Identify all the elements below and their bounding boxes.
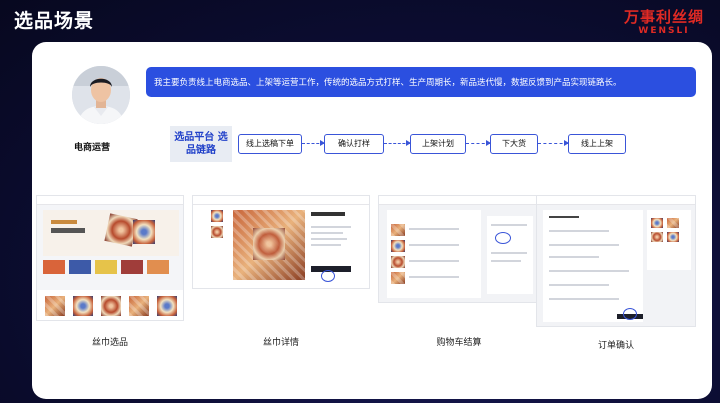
screenshot-scarf-detail: [192, 195, 370, 289]
screenshot-caption-4: 订单确认: [597, 341, 634, 351]
screenshot-scarf-selection: [36, 195, 184, 321]
chain-arrow-1: [302, 140, 325, 146]
chain-label: 选品平台 选品链路: [170, 126, 232, 162]
persona-role: 电商运营: [74, 143, 111, 153]
chain-step-3: 上架计划: [410, 134, 466, 154]
brand-name-en: WENSLI: [638, 26, 690, 36]
screenshot-caption-1: 丝巾选品: [91, 338, 128, 348]
chain-step-5: 线上上架: [568, 134, 626, 154]
brand-name-cn: 万事利丝绸: [623, 8, 704, 26]
screenshot-caption-2: 丝巾详情: [262, 338, 299, 348]
persona-avatar: [72, 66, 130, 124]
chain-arrow-3: [466, 140, 491, 146]
slide-title: 选品场景: [14, 10, 95, 32]
screenshot-caption-3: 购物车结算: [436, 338, 482, 348]
chain-arrow-4: [538, 140, 569, 146]
brand-logo: 万事利丝绸 WENSLI: [624, 6, 704, 36]
chain-step-2: 确认打样: [324, 134, 384, 154]
screenshot-cart-checkout: [378, 195, 540, 303]
persona-statement: 我主要负责线上电商选品、上架等运营工作，传统的选品方式打样、生产周期长，新品迭代…: [146, 67, 696, 97]
person-icon: [72, 66, 130, 124]
content-card: 电商运营 我主要负责线上电商选品、上架等运营工作，传统的选品方式打样、生产周期长…: [32, 42, 712, 399]
screenshot-order-confirmation: [536, 195, 696, 327]
chain-step-1: 线上选稿下单: [238, 134, 302, 154]
chain-step-4: 下大货: [490, 134, 538, 154]
chain-arrow-2: [384, 140, 411, 146]
